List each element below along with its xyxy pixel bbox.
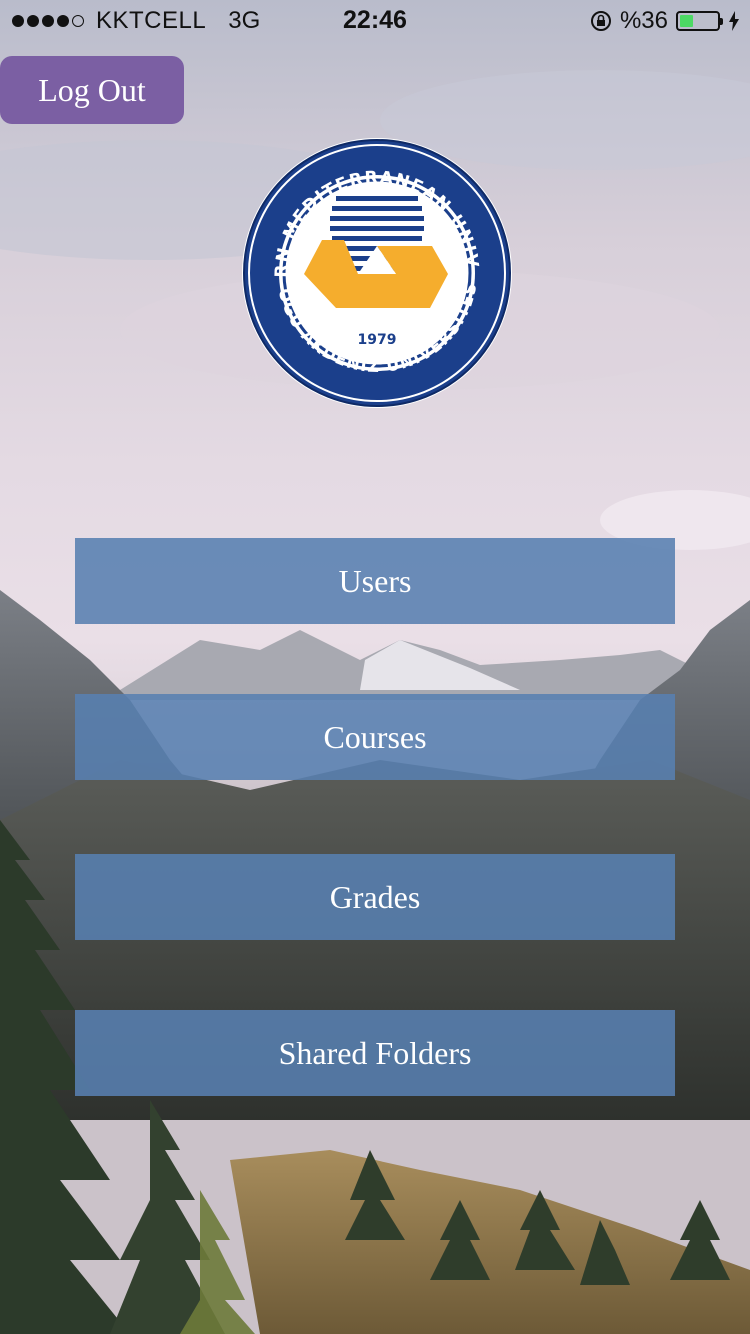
rotation-lock-icon xyxy=(590,11,611,31)
grades-button[interactable]: Grades xyxy=(75,854,675,940)
battery-percentage: %36 xyxy=(619,7,668,34)
university-logo: EASTERN MEDITERRANEAN UNIVERSITY DOĞU AK… xyxy=(240,136,512,408)
logo-year: 1979 xyxy=(358,332,397,348)
status-bar: KKTCELL 3G 22:46 %36 xyxy=(0,0,750,40)
logout-button[interactable]: Log Out xyxy=(0,56,184,124)
courses-button[interactable]: Courses xyxy=(75,694,675,780)
shared-folders-button[interactable]: Shared Folders xyxy=(75,1010,675,1096)
charging-bolt-icon xyxy=(729,11,739,31)
battery-icon xyxy=(676,11,723,31)
status-right: %36 xyxy=(590,7,740,35)
battery-level-fill xyxy=(680,15,693,27)
users-button[interactable]: Users xyxy=(75,538,675,624)
